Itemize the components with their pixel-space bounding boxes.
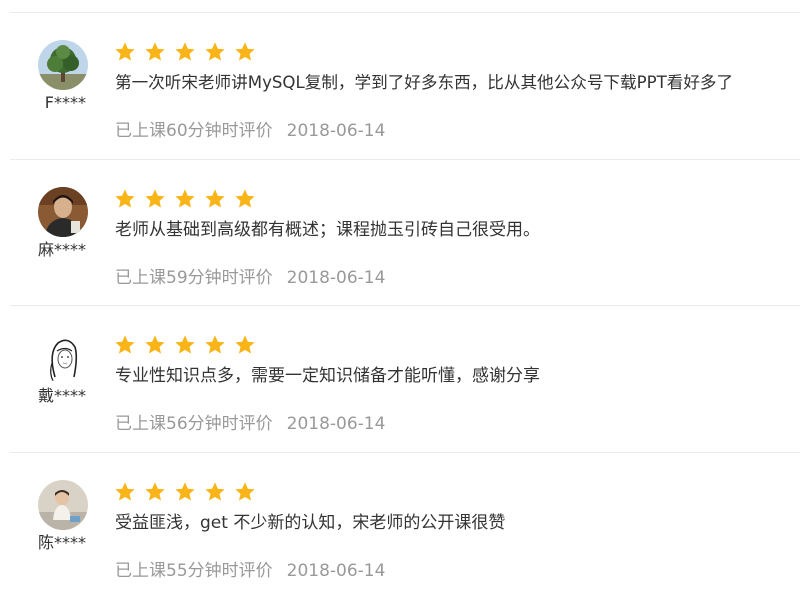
review-meta: 已上课56分钟时评价 2018-06-14 — [115, 412, 385, 436]
star-icon — [205, 189, 225, 208]
star-icon — [235, 42, 255, 61]
review-date: 2018-06-14 — [286, 561, 386, 581]
username: F**** — [44, 93, 86, 112]
star-icon — [175, 482, 195, 501]
study-duration: 已上课56分钟时评价 — [115, 414, 273, 434]
star-icon — [175, 335, 195, 354]
username: 麻**** — [37, 240, 86, 259]
study-duration: 已上课55分钟时评价 — [115, 561, 273, 581]
star-icon — [175, 189, 195, 208]
review-item: 戴**** 专业性知识点多，需要一定知识储备才能听懂，感谢分享 已上课56分钟时… — [0, 306, 800, 452]
study-duration: 已上课59分钟时评价 — [115, 268, 273, 288]
star-icon — [115, 42, 135, 61]
star-icon — [115, 335, 135, 354]
star-icon — [145, 189, 165, 208]
username: 戴**** — [37, 386, 86, 405]
tree-photo-avatar[interactable] — [38, 40, 88, 90]
star-icon — [205, 482, 225, 501]
star-icon — [115, 189, 135, 208]
username: 陈**** — [37, 533, 86, 552]
star-icon — [145, 482, 165, 501]
review-meta: 已上课60分钟时评价 2018-06-14 — [115, 119, 385, 143]
study-duration: 已上课60分钟时评价 — [115, 121, 273, 141]
review-comment: 受益匪浅，get 不少新的认知，宋老师的公开课很赞 — [115, 513, 506, 533]
star-icon — [145, 335, 165, 354]
review-date: 2018-06-14 — [286, 121, 386, 141]
star-icon — [175, 42, 195, 61]
review-date: 2018-06-14 — [286, 268, 386, 288]
star-icon — [235, 335, 255, 354]
star-icon — [205, 42, 225, 61]
review-comment: 专业性知识点多，需要一定知识储备才能听懂，感谢分享 — [115, 366, 540, 386]
star-icon — [145, 42, 165, 61]
star-icon — [235, 482, 255, 501]
review-date: 2018-06-14 — [286, 414, 386, 434]
review-item: 陈**** 受益匪浅，get 不少新的认知，宋老师的公开课很赞 已上课55分钟时… — [0, 453, 800, 599]
sketch-girl-avatar[interactable] — [38, 333, 88, 383]
review-comment: 老师从基础到高级都有概述；课程抛玉引砖自己很受用。 — [115, 220, 540, 240]
review-list: F**** 第一次听宋老师讲MySQL复制，学到了好多东西，比从其他公众号下载P… — [0, 0, 800, 590]
star-icon — [115, 482, 135, 501]
star-icon — [205, 335, 225, 354]
review-item: F**** 第一次听宋老师讲MySQL复制，学到了好多东西，比从其他公众号下载P… — [0, 13, 800, 159]
review-meta: 已上课59分钟时评价 2018-06-14 — [115, 266, 385, 290]
review-item: 麻**** 老师从基础到高级都有概述；课程抛玉引砖自己很受用。 已上课59分钟时… — [0, 160, 800, 306]
review-meta: 已上课55分钟时评价 2018-06-14 — [115, 559, 385, 583]
child-photo-avatar[interactable] — [38, 480, 88, 530]
person-photo-avatar[interactable] — [38, 187, 88, 237]
review-comment: 第一次听宋老师讲MySQL复制，学到了好多东西，比从其他公众号下载PPT看好多了 — [115, 73, 734, 92]
star-icon — [235, 189, 255, 208]
